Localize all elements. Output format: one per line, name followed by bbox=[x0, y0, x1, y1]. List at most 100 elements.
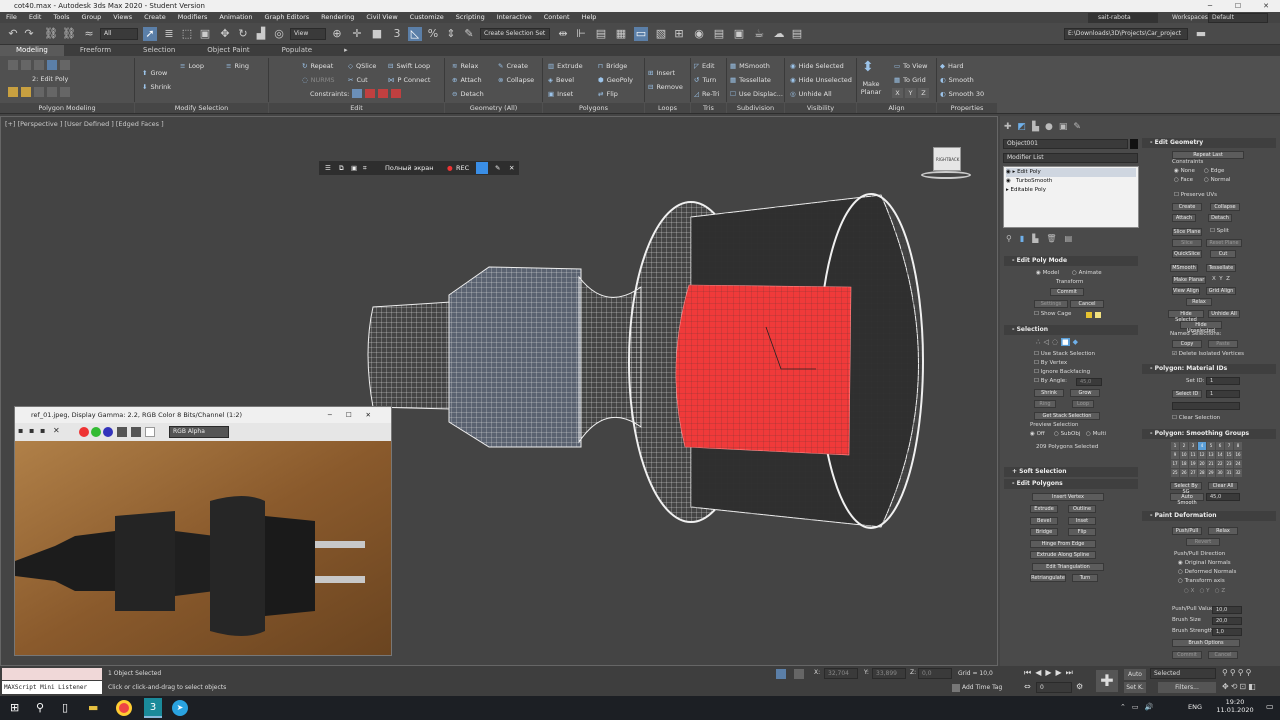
constraint-normal-radio[interactable]: ○ Normal bbox=[1204, 176, 1230, 185]
deformed-normals-radio[interactable]: ○ Deformed Normals bbox=[1178, 568, 1236, 577]
maximize-button[interactable]: ☐ bbox=[1224, 0, 1252, 12]
geopoly-button[interactable]: ⬢ GeoPoly bbox=[598, 75, 633, 85]
stack-item-turbosmooth[interactable]: ◉ TurboSmooth bbox=[1006, 177, 1052, 186]
collapse-button[interactable]: Collapse bbox=[1210, 203, 1240, 211]
revert-button[interactable]: Revert bbox=[1186, 538, 1220, 546]
smoothing-group-button[interactable]: 25 bbox=[1171, 469, 1179, 477]
retriangulate-button[interactable]: Retriangulate bbox=[1030, 574, 1066, 582]
playback-controls[interactable]: ⏮◀▶▶⏭ bbox=[1024, 668, 1077, 678]
bridge-button[interactable]: Bridge bbox=[1030, 528, 1058, 536]
select-object-icon[interactable]: ➚ bbox=[143, 27, 157, 41]
align-x-button[interactable]: X bbox=[892, 88, 903, 98]
edge-mode-icon[interactable] bbox=[21, 60, 31, 70]
make-unique-icon[interactable]: ▙ bbox=[1032, 234, 1038, 243]
record-icon[interactable]: ● bbox=[447, 161, 453, 175]
menu-tools[interactable]: Tools bbox=[47, 12, 75, 23]
smoothing-group-button[interactable]: 10 bbox=[1180, 451, 1188, 459]
polygon-icon[interactable]: ■ bbox=[1060, 338, 1070, 346]
smoothing-group-button[interactable]: 31 bbox=[1225, 469, 1233, 477]
reset-plane-button[interactable]: Reset Plane bbox=[1206, 239, 1242, 247]
brush-options-button[interactable]: Brush Options bbox=[1172, 639, 1240, 647]
tessellate-button[interactable]: Tessellate bbox=[1206, 264, 1236, 272]
axis-y-label[interactable]: Y bbox=[1206, 588, 1209, 594]
tab-populate[interactable]: Populate bbox=[266, 45, 328, 56]
key-filter-select[interactable]: Selected bbox=[1150, 668, 1216, 679]
time-config-button[interactable]: ⚙ bbox=[1076, 682, 1083, 691]
axis-z-label[interactable]: Z bbox=[1221, 588, 1225, 594]
menu-edit[interactable]: Edit bbox=[23, 12, 48, 23]
rollout-edit-geometry[interactable]: - Edit Geometry bbox=[1142, 138, 1276, 148]
keyboard-shortcut-icon[interactable]: ■ bbox=[370, 27, 384, 41]
insert-vertex-button[interactable]: Insert Vertex bbox=[1032, 493, 1104, 501]
key-filters-button[interactable]: Filters... bbox=[1158, 682, 1216, 693]
loop-button[interactable]: Loop bbox=[1072, 400, 1094, 408]
previous-modifier-icon[interactable] bbox=[8, 87, 18, 97]
schematic-view-icon[interactable]: ⊞ bbox=[672, 27, 686, 41]
layer-explorer-icon[interactable]: ▦ bbox=[614, 27, 628, 41]
attach-button[interactable]: Attach bbox=[1172, 214, 1196, 222]
3dsmax-taskbar-icon[interactable]: 3 bbox=[144, 698, 162, 718]
hinge-from-edge-button[interactable]: Hinge From Edge bbox=[1030, 540, 1096, 548]
workspace-select[interactable]: Default bbox=[1208, 13, 1268, 23]
select-manipulate-icon[interactable]: ✛ bbox=[350, 27, 364, 41]
add-time-tag[interactable]: Add Time Tag bbox=[962, 684, 1002, 691]
create-button[interactable]: ✎ Create bbox=[498, 61, 528, 71]
slice-plane-button[interactable]: Slice Plane bbox=[1172, 228, 1202, 236]
cage-color-swatch[interactable] bbox=[1086, 312, 1092, 318]
smoothing-group-button[interactable]: 13 bbox=[1207, 451, 1215, 459]
repeat-button[interactable]: ↻ Repeat bbox=[302, 61, 333, 71]
rollout-smoothing-groups[interactable]: - Polygon: Smoothing Groups bbox=[1142, 429, 1276, 439]
retri-button[interactable]: ◿ Re-Tri bbox=[694, 89, 719, 99]
smoothing-group-button[interactable]: 16 bbox=[1234, 451, 1242, 459]
original-normals-radio[interactable]: ◉ Original Normals bbox=[1178, 559, 1231, 568]
border-icon[interactable]: ◌ bbox=[1052, 338, 1058, 346]
select-id-button[interactable]: Select ID bbox=[1172, 390, 1202, 398]
smooth-button[interactable]: ◐ Smooth bbox=[940, 75, 974, 85]
menu-rendering[interactable]: Rendering bbox=[315, 12, 360, 23]
use-displacement-button[interactable]: ☐ Use Displac... bbox=[730, 89, 783, 99]
rec-button[interactable]: REC bbox=[456, 161, 469, 175]
modify-tab-icon[interactable]: ◩ bbox=[1018, 122, 1027, 132]
paint-commit-button[interactable]: Commit bbox=[1172, 651, 1202, 659]
paint-cancel-button[interactable]: Cancel bbox=[1208, 651, 1238, 659]
window-crossing-icon[interactable]: ▣ bbox=[198, 27, 212, 41]
detach-button[interactable]: ⊖ Detach bbox=[452, 89, 484, 99]
render-cloud-icon[interactable]: ☁ bbox=[772, 27, 786, 41]
stack-item-edit-poly[interactable]: ◉ ▸ Edit Poly bbox=[1006, 168, 1136, 177]
named-selection-set[interactable]: Create Selection Set bbox=[480, 28, 550, 40]
reference-coord-select[interactable]: View bbox=[290, 28, 326, 40]
smoothing-group-button[interactable]: 3 bbox=[1189, 442, 1197, 450]
percent-snap-icon[interactable]: % bbox=[426, 27, 440, 41]
section-loops[interactable]: Loops bbox=[645, 103, 690, 113]
smoothing-group-button[interactable]: 5 bbox=[1207, 442, 1215, 450]
set-id-spinner[interactable]: 1 bbox=[1206, 377, 1240, 385]
detach-button[interactable]: Detach bbox=[1208, 214, 1232, 222]
menu-civil-view[interactable]: Civil View bbox=[360, 12, 403, 23]
project-path[interactable]: E:\Downloads\3D\Projects\Car_project bbox=[1064, 28, 1188, 40]
mono-icon[interactable] bbox=[131, 427, 141, 437]
insert-loop-button[interactable]: ⊞ Insert bbox=[648, 68, 675, 78]
edit-tri-button[interactable]: ◸ Edit bbox=[694, 61, 715, 71]
hard-button[interactable]: ◆ Hard bbox=[940, 61, 964, 71]
task-view-icon[interactable]: ▯ bbox=[62, 701, 68, 714]
clear-all-button[interactable]: Clear All bbox=[1208, 482, 1238, 490]
auto-key-button[interactable]: Auto bbox=[1124, 669, 1146, 680]
smoothing-group-button[interactable]: 30 bbox=[1216, 469, 1224, 477]
material-name-select[interactable] bbox=[1172, 402, 1240, 410]
x-button[interactable]: X bbox=[1212, 276, 1216, 282]
hide-selected-button[interactable]: ◉ Hide Selected bbox=[790, 61, 844, 71]
file-explorer-icon[interactable]: ▬ bbox=[88, 701, 98, 714]
hide-unselected-button[interactable]: ◉ Hide Unselected bbox=[790, 75, 852, 85]
smoothing-group-button[interactable]: 9 bbox=[1171, 451, 1179, 459]
section-geometry[interactable]: Geometry (All) bbox=[445, 103, 542, 113]
make-planar-button[interactable]: Make Planar bbox=[860, 80, 882, 96]
a360-gallery-icon[interactable]: ▤ bbox=[790, 27, 804, 41]
cut-button[interactable]: ✂ Cut bbox=[348, 75, 368, 85]
push-pull-value-spinner[interactable]: 10,0 bbox=[1212, 606, 1242, 614]
preview-subobj-radio[interactable]: ○ SubObj bbox=[1054, 430, 1080, 439]
edge-icon[interactable]: ◁ bbox=[1043, 338, 1048, 346]
z-coord-field[interactable]: 0,0 bbox=[918, 668, 952, 679]
quickslice-button[interactable]: QuickSlice bbox=[1172, 250, 1202, 258]
smoothing-group-button[interactable]: 27 bbox=[1189, 469, 1197, 477]
smoothing-group-button[interactable]: 12 bbox=[1198, 451, 1206, 459]
